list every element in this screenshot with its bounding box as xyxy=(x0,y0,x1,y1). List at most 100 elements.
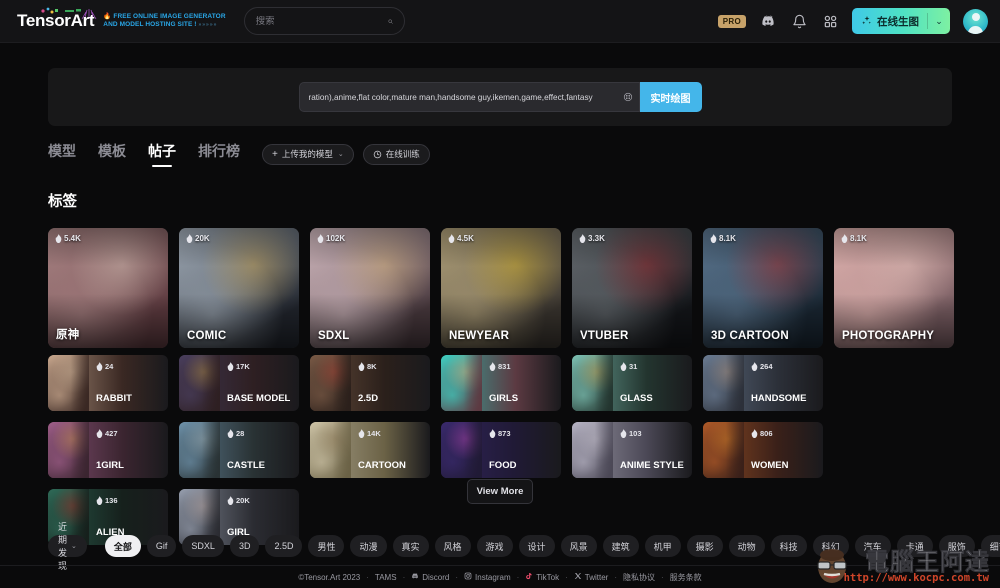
tag-card-count: 8.1K xyxy=(710,234,736,243)
tag-card-label: SDXL xyxy=(318,330,350,342)
footer-link-TAMS[interactable]: TAMS xyxy=(375,573,397,582)
prompt-panel: ration),anime,flat color,mature man,hand… xyxy=(48,68,952,126)
tag-card-thumbnail xyxy=(441,422,482,478)
twitter-x-icon xyxy=(574,572,582,582)
filter-chip-男性[interactable]: 男性 xyxy=(308,535,345,557)
footer-link-Instagram[interactable]: Instagram xyxy=(464,572,511,582)
flame-icon xyxy=(358,362,365,371)
bell-icon[interactable] xyxy=(790,12,808,30)
prompt-input-wrap[interactable]: ration),anime,flat color,mature man,hand… xyxy=(298,82,640,112)
flame-icon xyxy=(489,362,496,371)
chevron-down-icon: ⌄ xyxy=(71,543,77,550)
filter-chip-Gif[interactable]: Gif xyxy=(146,535,177,557)
discord-icon[interactable] xyxy=(759,12,777,30)
footer-link-label: Discord xyxy=(422,572,450,582)
footer-link-服务条款[interactable]: 服务条款 xyxy=(670,572,702,583)
tag-card-small[interactable]: 427 1GIRL xyxy=(48,422,168,478)
pro-badge[interactable]: PRO xyxy=(717,14,746,28)
tag-card-meta: 24 RABBIT xyxy=(89,355,168,411)
filter-chip-汽车[interactable]: 汽车 xyxy=(854,535,891,557)
tag-card-large[interactable]: 3.3K VTUBER xyxy=(572,228,692,348)
tag-card-small[interactable]: 28 CASTLE xyxy=(179,422,299,478)
tag-card-meta: 831 GIRLS xyxy=(482,355,561,411)
tag-card-large[interactable]: 102K SDXL xyxy=(310,228,430,348)
tag-card-thumbnail xyxy=(179,355,220,411)
filter-chip-卡通[interactable]: 卡通 xyxy=(896,535,933,557)
tab-ranking[interactable]: 排行榜 xyxy=(198,141,240,167)
tag-card-small[interactable]: 873 FOOD xyxy=(441,422,561,478)
online-training-button[interactable]: 在线训练 xyxy=(362,143,430,165)
tab-templates[interactable]: 模板 xyxy=(98,141,126,167)
flame-icon xyxy=(55,234,62,243)
apps-grid-icon[interactable] xyxy=(821,12,839,30)
dice-icon[interactable] xyxy=(623,92,633,102)
brand-logo[interactable]: TensorArt xyxy=(17,7,97,31)
footer-link-TikTok[interactable]: TikTok xyxy=(525,572,559,582)
footer-separator: · xyxy=(455,572,459,582)
footer-separator: · xyxy=(565,572,568,582)
tag-card-small[interactable]: 14K CARTOON xyxy=(310,422,430,478)
filter-chip-SDXL[interactable]: SDXL xyxy=(182,535,224,557)
filter-chip-科幻[interactable]: 科幻 xyxy=(812,535,849,557)
filter-chip-游戏[interactable]: 游戏 xyxy=(476,535,513,557)
tag-card-label: 2.5D xyxy=(358,393,379,404)
flame-icon xyxy=(751,429,758,438)
tag-card-thumbnail xyxy=(572,422,613,478)
online-generate-button[interactable]: 在线生图 ⌄ xyxy=(852,8,950,34)
search-input[interactable] xyxy=(255,15,388,27)
filter-chip-真实[interactable]: 真实 xyxy=(392,535,429,557)
footer-link-Twitter[interactable]: Twitter xyxy=(574,572,608,582)
upload-model-button[interactable]: + 上传我的模型 ⌄ xyxy=(262,143,354,165)
tag-card-count: 136 xyxy=(96,496,118,505)
tag-card-small[interactable]: 24 RABBIT xyxy=(48,355,168,411)
flame-icon xyxy=(358,429,365,438)
tag-card-small[interactable]: 8K 2.5D xyxy=(310,355,430,411)
tag-card-large[interactable]: 8.1K PHOTOGRAPHY xyxy=(834,228,954,348)
filter-chip-设计[interactable]: 设计 xyxy=(518,535,555,557)
tag-card-large[interactable]: 4.5K NEWYEAR xyxy=(441,228,561,348)
filter-chip-建筑[interactable]: 建筑 xyxy=(602,535,639,557)
filter-chip-细节[interactable]: 细节 xyxy=(980,535,1000,557)
filter-chip-动漫[interactable]: 动漫 xyxy=(350,535,387,557)
prompt-input-value[interactable]: ration),anime,flat color,mature man,hand… xyxy=(309,93,620,102)
tag-grid-large: 5.4K 原神 20K COMIC 102K SDXL 4.5K NEWYEAR 3.3K VTU… xyxy=(48,228,954,348)
tag-card-large[interactable]: 20K COMIC xyxy=(179,228,299,348)
filter-chip-3D[interactable]: 3D xyxy=(229,535,260,557)
thumbnail-fade xyxy=(310,355,351,411)
filter-chip-风景[interactable]: 风景 xyxy=(560,535,597,557)
tag-card-label: BASE MODEL xyxy=(227,393,291,404)
tag-card-small[interactable]: 31 GLASS xyxy=(572,355,692,411)
thumbnail-fade xyxy=(703,355,744,411)
generate-dropdown-caret-icon[interactable]: ⌄ xyxy=(928,8,950,34)
filter-chip-全部[interactable]: 全部 xyxy=(104,535,141,557)
search-box[interactable] xyxy=(243,7,405,35)
tag-card-large[interactable]: 8.1K 3D CARTOON xyxy=(703,228,823,348)
realtime-draw-button[interactable]: 实时绘图 xyxy=(639,82,702,112)
footer-separator: · xyxy=(366,572,369,582)
filter-chip-科技[interactable]: 科技 xyxy=(770,535,807,557)
tab-posts[interactable]: 帖子 xyxy=(148,141,176,167)
filter-sort-dropdown[interactable]: 近期发现 ⌄ xyxy=(48,522,87,571)
filter-chip-动物[interactable]: 动物 xyxy=(728,535,765,557)
tag-card-small[interactable]: 831 GIRLS xyxy=(441,355,561,411)
tab-models[interactable]: 模型 xyxy=(48,141,76,167)
filter-chip-风格[interactable]: 风格 xyxy=(434,535,471,557)
filter-chip-服饰[interactable]: 服饰 xyxy=(938,535,975,557)
filter-chip-摄影[interactable]: 摄影 xyxy=(686,535,723,557)
tag-card-small[interactable]: 103 ANIME STYLE xyxy=(572,422,692,478)
view-more-button[interactable]: View More xyxy=(467,479,533,504)
filter-chip-机甲[interactable]: 机甲 xyxy=(644,535,681,557)
footer-link-隐私协议[interactable]: 隐私协议 xyxy=(623,572,655,583)
tag-card-label: FOOD xyxy=(489,460,517,471)
tag-card-small[interactable]: 264 HANDSOME xyxy=(703,355,823,411)
tag-card-small[interactable]: 806 WOMEN xyxy=(703,422,823,478)
filter-chip-2.5D[interactable]: 2.5D xyxy=(265,535,303,557)
tag-card-large[interactable]: 5.4K 原神 xyxy=(48,228,168,348)
search-icon[interactable] xyxy=(388,16,393,27)
flame-icon xyxy=(489,429,496,438)
footer-link-label: TAMS xyxy=(374,572,397,582)
avatar[interactable] xyxy=(963,8,988,34)
footer-link-Discord[interactable]: Discord xyxy=(411,572,449,582)
tag-card-small[interactable]: 17K BASE MODEL xyxy=(179,355,299,411)
flame-icon xyxy=(96,429,103,438)
